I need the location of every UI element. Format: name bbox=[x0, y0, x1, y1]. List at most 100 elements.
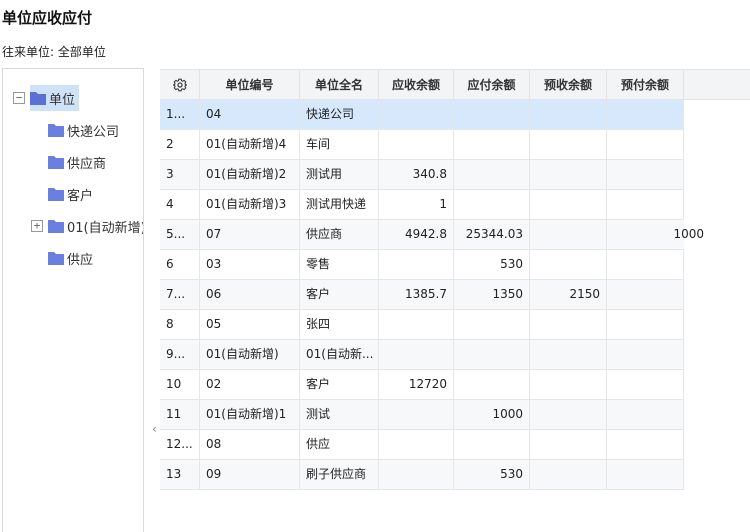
receivable-balance: 1385.7 bbox=[379, 280, 454, 309]
payable-balance bbox=[454, 340, 530, 369]
partner-filter[interactable]: 往来单位: 全部单位 bbox=[2, 43, 106, 60]
table-row[interactable]: 9... 01(自动新增) 01(自动新... bbox=[160, 340, 684, 370]
row-index: 5... bbox=[160, 220, 200, 249]
table-row[interactable]: 7... 06 客户 1385.7 1350 2150 bbox=[160, 280, 684, 310]
prereceived-balance: 2150 bbox=[530, 280, 607, 309]
payable-balance: 1000 bbox=[454, 400, 530, 429]
unit-code: 09 bbox=[200, 460, 300, 489]
payable-balance bbox=[454, 370, 530, 399]
table-row[interactable]: 12... 08 供应 bbox=[160, 430, 684, 460]
row-index: 13 bbox=[160, 460, 200, 489]
receivable-balance bbox=[379, 310, 454, 339]
receivable-balance: 4942.8 bbox=[379, 220, 454, 249]
folder-icon bbox=[48, 123, 64, 137]
receivable-balance bbox=[379, 100, 454, 129]
tree-node-label: 供应 bbox=[67, 252, 94, 268]
prepaid-balance bbox=[607, 250, 684, 279]
row-index: 6 bbox=[160, 250, 200, 279]
table-header: 单位编号 单位全名 应收余额 应付余额 预收余额 预付余额 bbox=[160, 69, 750, 100]
row-index: 3 bbox=[160, 160, 200, 189]
unit-name: 01(自动新... bbox=[300, 340, 379, 369]
unit-code: 01(自动新增)3 bbox=[200, 190, 300, 219]
unit-name: 车间 bbox=[300, 130, 379, 159]
prereceived-balance bbox=[530, 460, 607, 489]
column-header-name[interactable]: 单位全名 bbox=[300, 70, 379, 100]
prepaid-balance bbox=[607, 310, 684, 339]
folder-icon bbox=[48, 251, 64, 265]
payable-balance bbox=[454, 160, 530, 189]
unit-name: 供应商 bbox=[300, 220, 379, 249]
column-header-prepaid[interactable]: 预付余额 bbox=[607, 70, 684, 100]
tree-node-root[interactable]: 单位 bbox=[30, 85, 80, 111]
unit-code: 07 bbox=[200, 220, 300, 249]
prepaid-balance bbox=[607, 160, 684, 189]
column-header-code[interactable]: 单位编号 bbox=[200, 70, 300, 100]
column-header-payable[interactable]: 应付余额 bbox=[454, 70, 530, 100]
table-row[interactable]: 3 01(自动新增)2 测试用 340.8 bbox=[160, 160, 684, 190]
unit-name: 快递公司 bbox=[300, 100, 379, 129]
receivable-balance bbox=[379, 400, 454, 429]
unit-code: 02 bbox=[200, 370, 300, 399]
unit-name: 供应 bbox=[300, 430, 379, 459]
gear-icon[interactable] bbox=[160, 70, 200, 100]
folder-icon bbox=[48, 155, 64, 169]
row-index: 4 bbox=[160, 190, 200, 219]
prereceived-balance bbox=[530, 370, 607, 399]
unit-code: 01(自动新增)2 bbox=[200, 160, 300, 189]
unit-name: 张四 bbox=[300, 310, 379, 339]
table-row[interactable]: 5... 07 供应商 4942.8 25344.03 1000 bbox=[160, 220, 704, 250]
column-header-prereceived[interactable]: 预收余额 bbox=[530, 70, 607, 100]
prepaid-balance bbox=[607, 430, 684, 459]
unit-code: 01(自动新增) bbox=[200, 340, 300, 369]
table-row[interactable]: 2 01(自动新增)4 车间 bbox=[160, 130, 684, 160]
prereceived-balance bbox=[530, 190, 607, 219]
row-index: 7... bbox=[160, 280, 200, 309]
payable-balance: 530 bbox=[454, 250, 530, 279]
prereceived-balance bbox=[530, 100, 607, 129]
prereceived-balance bbox=[530, 340, 607, 369]
tree-node-label: 01(自动新增) bbox=[67, 220, 144, 236]
tree-node-label: 供应商 bbox=[67, 156, 107, 172]
tree-node-auto[interactable]: 01(自动新增) bbox=[48, 213, 144, 239]
tree-node-supplier[interactable]: 供应商 bbox=[48, 149, 106, 175]
table-row[interactable]: 13 09 刷子供应商 530 bbox=[160, 460, 684, 490]
tree-node-express[interactable]: 快递公司 bbox=[48, 117, 119, 143]
row-index: 2 bbox=[160, 130, 200, 159]
prereceived-balance bbox=[530, 130, 607, 159]
table-row[interactable]: 10 02 客户 12720 bbox=[160, 370, 684, 400]
table-row[interactable]: 6 03 零售 530 bbox=[160, 250, 684, 280]
unit-code: 01(自动新增)1 bbox=[200, 400, 300, 429]
unit-name: 刷子供应商 bbox=[300, 460, 379, 489]
prepaid-balance bbox=[607, 370, 684, 399]
folder-icon bbox=[30, 91, 46, 105]
receivable-balance bbox=[379, 430, 454, 459]
prereceived-balance bbox=[530, 310, 607, 339]
expand-toggle-icon[interactable]: + bbox=[31, 220, 43, 232]
prepaid-balance bbox=[607, 460, 684, 489]
table-row[interactable]: 1... 04 快递公司 bbox=[160, 100, 684, 130]
tree-node-supply[interactable]: 供应 bbox=[48, 245, 93, 271]
row-index: 1... bbox=[160, 100, 200, 129]
page-title: 单位应收应付 bbox=[2, 9, 93, 27]
table-row[interactable]: 4 01(自动新增)3 测试用快递 1 bbox=[160, 190, 684, 220]
tree-node-label: 单位 bbox=[49, 92, 76, 108]
prepaid-balance: 1000 bbox=[673, 227, 704, 241]
tree-node-label: 快递公司 bbox=[67, 124, 120, 140]
payable-balance: 25344.03 bbox=[454, 220, 530, 249]
chevron-left-icon[interactable]: ‹ bbox=[152, 422, 157, 436]
unit-code: 05 bbox=[200, 310, 300, 339]
table-row[interactable]: 8 05 张四 bbox=[160, 310, 684, 340]
column-header-receivable[interactable]: 应收余额 bbox=[379, 70, 454, 100]
prereceived-balance bbox=[530, 160, 607, 189]
table-row[interactable]: 11 01(自动新增)1 测试 1000 bbox=[160, 400, 684, 430]
prepaid-balance bbox=[607, 100, 684, 129]
tree-node-customer[interactable]: 客户 bbox=[48, 181, 93, 207]
payable-balance bbox=[454, 190, 530, 219]
prepaid-balance bbox=[607, 190, 684, 219]
payable-balance bbox=[454, 310, 530, 339]
receivable-balance: 12720 bbox=[379, 370, 454, 399]
receivable-balance bbox=[379, 460, 454, 489]
payable-balance bbox=[454, 100, 530, 129]
unit-name: 测试用快递 bbox=[300, 190, 379, 219]
collapse-toggle-icon[interactable]: − bbox=[13, 92, 25, 104]
